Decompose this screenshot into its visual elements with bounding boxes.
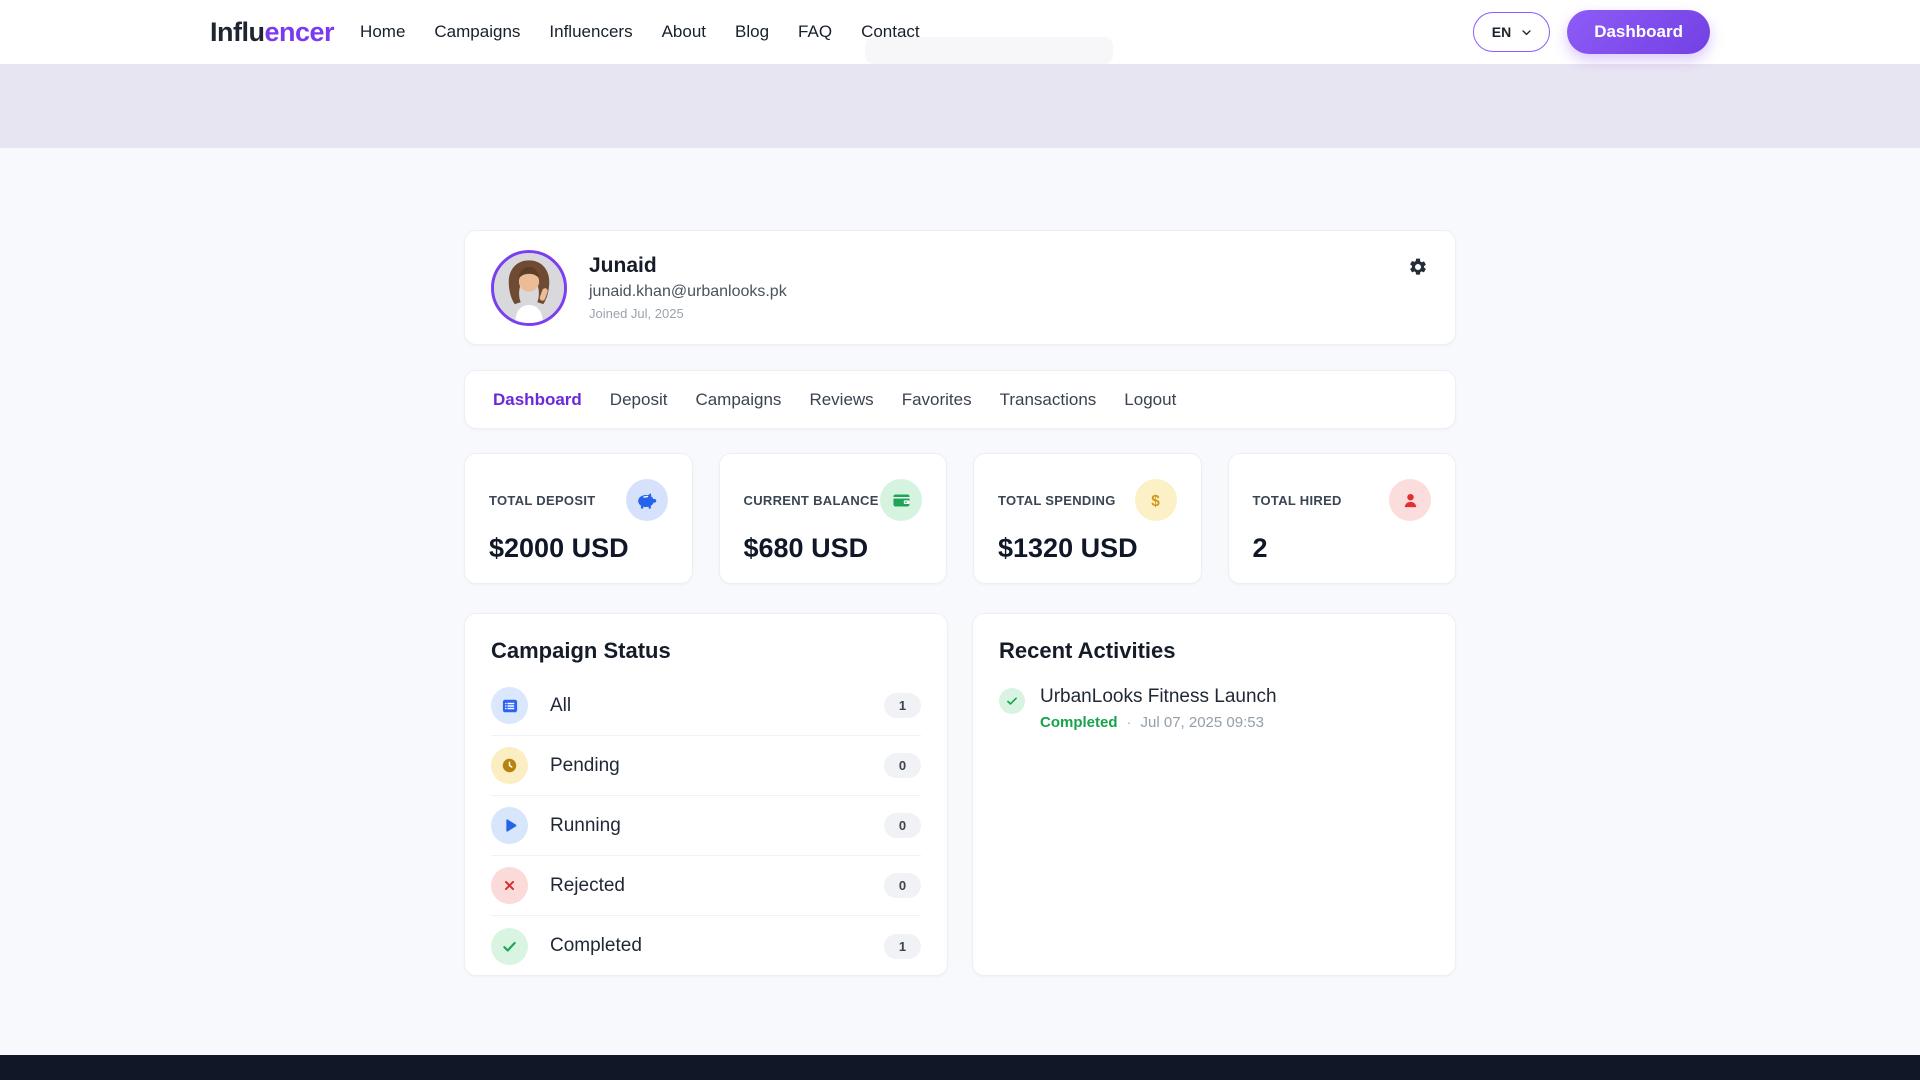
- brand-logo-suffix: encer: [264, 17, 334, 47]
- activity-status-badge: Completed: [1040, 714, 1118, 731]
- recent-activities-title: Recent Activities: [999, 638, 1429, 664]
- language-selector[interactable]: EN: [1473, 12, 1550, 52]
- campaign-status-title: Campaign Status: [491, 638, 921, 664]
- status-count-badge: 0: [884, 873, 921, 898]
- hero-band: [0, 64, 1920, 148]
- brand-logo-prefix: Influ: [210, 17, 264, 47]
- activity-meta: Completed · Jul 07, 2025 09:53: [1040, 714, 1277, 731]
- status-row-running[interactable]: Running 0: [491, 796, 921, 856]
- stat-value: $1320 USD: [998, 533, 1177, 564]
- language-selector-label: EN: [1492, 24, 1511, 40]
- status-label: All: [550, 695, 571, 717]
- profile-tabs: Dashboard Deposit Campaigns Reviews Favo…: [464, 370, 1456, 429]
- tab-favorites[interactable]: Favorites: [902, 390, 972, 410]
- status-count-badge: 0: [884, 813, 921, 838]
- check-circle-icon: [999, 688, 1025, 714]
- stat-card-current-balance: CURRENT BALANCE $680 USD: [719, 453, 948, 584]
- stat-card-total-spending: TOTAL SPENDING $ $1320 USD: [973, 453, 1202, 584]
- profile-name: Junaid: [589, 254, 787, 278]
- status-label: Running: [550, 815, 621, 837]
- stat-label: CURRENT BALANCE: [744, 493, 879, 508]
- footer: [0, 1055, 1920, 1080]
- tab-transactions[interactable]: Transactions: [1000, 390, 1097, 410]
- status-count-badge: 1: [884, 934, 921, 959]
- stat-value: $2000 USD: [489, 533, 668, 564]
- stats-row: TOTAL DEPOSIT $2000 USD CURRENT BALANCE …: [464, 453, 1456, 584]
- status-count-badge: 1: [884, 693, 921, 718]
- stat-label: TOTAL SPENDING: [998, 493, 1116, 508]
- dollar-icon: $: [1135, 479, 1177, 521]
- activity-body: UrbanLooks Fitness Launch Completed · Ju…: [1040, 686, 1277, 731]
- profile-card: Junaid junaid.khan@urbanlooks.pk Joined …: [464, 230, 1456, 345]
- nav-link-influencers[interactable]: Influencers: [549, 22, 632, 42]
- nav-link-about[interactable]: About: [662, 22, 706, 42]
- tab-dashboard[interactable]: Dashboard: [493, 390, 582, 410]
- activity-item[interactable]: UrbanLooks Fitness Launch Completed · Ju…: [999, 686, 1429, 731]
- stat-label: TOTAL HIRED: [1253, 493, 1342, 508]
- stat-card-total-deposit: TOTAL DEPOSIT $2000 USD: [464, 453, 693, 584]
- piggy-bank-icon: [626, 479, 668, 521]
- status-row-all[interactable]: All 1: [491, 676, 921, 736]
- navbar-actions: EN Dashboard: [1473, 10, 1710, 54]
- brand-logo[interactable]: Influencer: [210, 17, 334, 48]
- meta-separator: ·: [1127, 714, 1132, 731]
- tab-deposit[interactable]: Deposit: [610, 390, 668, 410]
- avatar-illustration: [494, 253, 564, 323]
- campaign-status-list: All 1 Pending 0 Running 0: [491, 676, 921, 976]
- stat-head: TOTAL HIRED: [1253, 479, 1432, 521]
- status-row-pending[interactable]: Pending 0: [491, 736, 921, 796]
- stat-label: TOTAL DEPOSIT: [489, 493, 595, 508]
- status-label: Pending: [550, 755, 620, 777]
- nav-link-campaigns[interactable]: Campaigns: [434, 22, 520, 42]
- stat-value: 2: [1253, 533, 1432, 564]
- primary-nav: Home Campaigns Influencers About Blog FA…: [360, 22, 920, 42]
- stat-card-total-hired: TOTAL HIRED 2: [1228, 453, 1457, 584]
- play-icon: [491, 807, 528, 844]
- dashboard-button[interactable]: Dashboard: [1567, 10, 1710, 54]
- nav-link-home[interactable]: Home: [360, 22, 405, 42]
- main-content: Junaid junaid.khan@urbanlooks.pk Joined …: [464, 230, 1456, 976]
- list-icon: [491, 687, 528, 724]
- stat-head: CURRENT BALANCE: [744, 479, 923, 521]
- tab-campaigns[interactable]: Campaigns: [695, 390, 781, 410]
- activity-title: UrbanLooks Fitness Launch: [1040, 686, 1277, 708]
- profile-info: Junaid junaid.khan@urbanlooks.pk Joined …: [589, 254, 787, 321]
- chevron-down-icon: [1519, 25, 1534, 40]
- stat-value: $680 USD: [744, 533, 923, 564]
- settings-gear-icon[interactable]: [1408, 257, 1428, 277]
- status-row-completed[interactable]: Completed 1: [491, 916, 921, 976]
- check-icon: [491, 928, 528, 965]
- profile-email: junaid.khan@urbanlooks.pk: [589, 283, 787, 301]
- campaign-status-card: Campaign Status All 1 Pending 0: [464, 613, 948, 976]
- status-label: Completed: [550, 935, 642, 957]
- stat-head: TOTAL DEPOSIT: [489, 479, 668, 521]
- bottom-row: Campaign Status All 1 Pending 0: [464, 613, 1456, 976]
- svg-text:$: $: [1151, 492, 1160, 509]
- recent-activities-card: Recent Activities UrbanLooks Fitness Lau…: [972, 613, 1456, 976]
- wallet-icon: [880, 479, 922, 521]
- activity-timestamp: Jul 07, 2025 09:53: [1141, 714, 1264, 731]
- status-count-badge: 0: [884, 753, 921, 778]
- ghost-artifact: [865, 37, 1113, 64]
- user-icon: [1389, 479, 1431, 521]
- tab-reviews[interactable]: Reviews: [809, 390, 873, 410]
- avatar: [491, 250, 567, 326]
- nav-link-faq[interactable]: FAQ: [798, 22, 832, 42]
- status-row-rejected[interactable]: Rejected 0: [491, 856, 921, 916]
- tab-logout[interactable]: Logout: [1124, 390, 1176, 410]
- nav-link-blog[interactable]: Blog: [735, 22, 769, 42]
- profile-joined-date: Joined Jul, 2025: [589, 306, 787, 321]
- stat-head: TOTAL SPENDING $: [998, 479, 1177, 521]
- x-icon: [491, 867, 528, 904]
- status-label: Rejected: [550, 875, 625, 897]
- clock-icon: [491, 747, 528, 784]
